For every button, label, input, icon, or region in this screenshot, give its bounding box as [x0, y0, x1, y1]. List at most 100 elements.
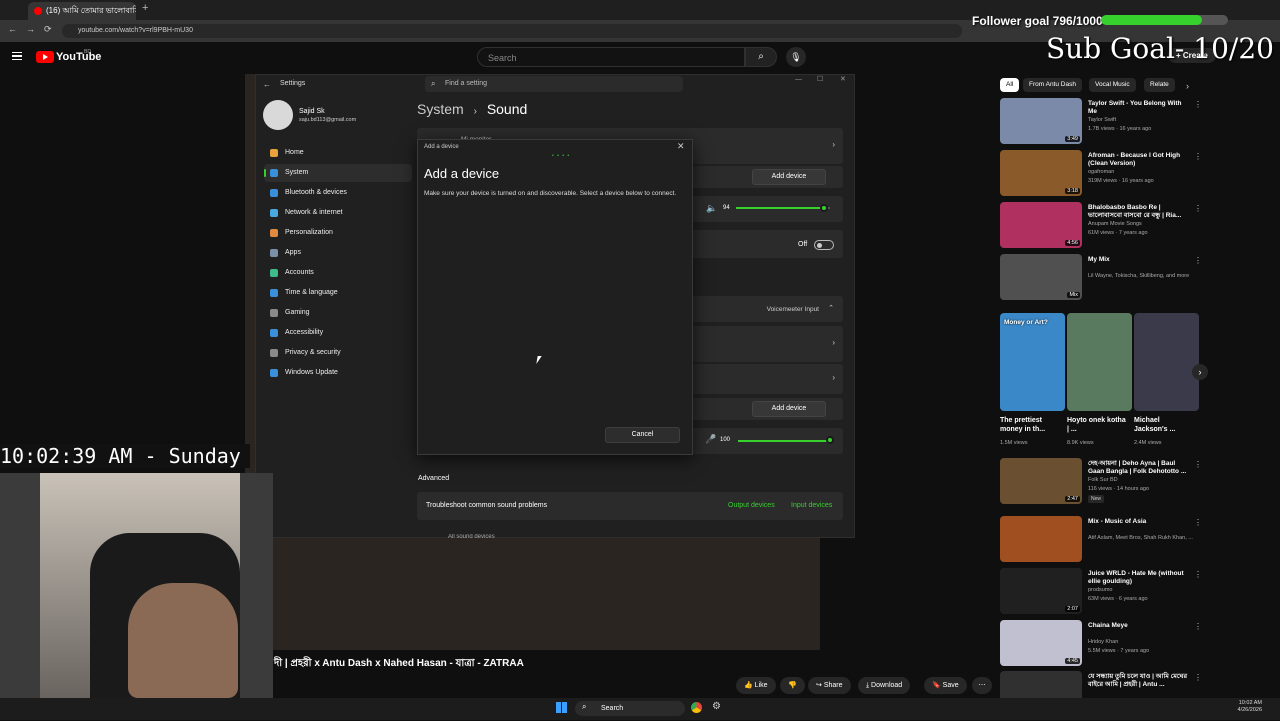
taskbar-search[interactable]: Search — [575, 701, 685, 716]
video-thumbnail[interactable]: 3:49 — [1000, 98, 1082, 144]
settings-nav-time-language[interactable]: Time & language — [264, 284, 412, 302]
more-options-icon[interactable]: ⋮ — [1194, 460, 1202, 469]
sidebar-video[interactable]: 2:07 Juice WRLD - Hate Me (without ellie … — [1000, 568, 1202, 618]
settings-nav-bluetooth-devices[interactable]: Bluetooth & devices — [264, 184, 412, 202]
input-volume-thumb[interactable] — [826, 436, 834, 444]
dislike-button[interactable]: 👎 — [780, 677, 805, 694]
video-title[interactable]: Juice WRLD - Hate Me (without ellie goul… — [1088, 570, 1192, 586]
find-setting-input[interactable]: Find a setting — [425, 76, 683, 92]
add-output-device-button[interactable]: Add device — [752, 169, 826, 185]
breadcrumb-parent[interactable]: System — [417, 101, 464, 117]
output-volume-track[interactable] — [736, 207, 830, 209]
filter-chip[interactable]: Relate — [1144, 78, 1175, 92]
input-devices-link[interactable]: Input devices — [791, 502, 832, 509]
more-options-icon[interactable]: ⋮ — [1194, 204, 1202, 213]
minimize-icon[interactable]: — — [795, 76, 802, 83]
save-button[interactable]: 🔖 Save — [924, 677, 967, 694]
short-thumbnail[interactable]: Money or Art? — [1000, 313, 1065, 411]
short-thumbnail[interactable] — [1067, 313, 1132, 411]
speaker-icon[interactable]: 🔈 — [706, 203, 717, 214]
settings-nav-windows-update[interactable]: Windows Update — [264, 364, 412, 382]
youtube-logo-icon[interactable] — [36, 51, 54, 63]
new-tab-button[interactable]: + — [142, 2, 148, 14]
mono-audio-toggle[interactable] — [814, 240, 834, 250]
video-title[interactable]: Chaina Meye — [1088, 622, 1192, 630]
window-close-icon[interactable]: ✕ — [840, 75, 846, 83]
sidebar-video[interactable]: Mix My Mix Lil Wayne, Tokischa, Skillibeng… — [1000, 254, 1202, 304]
input-volume-track[interactable] — [738, 440, 830, 442]
settings-nav-privacy-security[interactable]: Privacy & security — [264, 344, 412, 362]
settings-nav-network-internet[interactable]: Network & internet — [264, 204, 412, 222]
settings-nav-apps[interactable]: Apps — [264, 244, 412, 262]
maximize-icon[interactable]: ☐ — [817, 75, 823, 83]
sidebar-video[interactable]: 4:56 Bhalobasbo Basbo Re | ভালোবাসবো বাসব… — [1000, 202, 1202, 252]
video-title[interactable]: Afroman - Because I Got High (Clean Vers… — [1088, 152, 1192, 168]
settings-nav-accessibility[interactable]: Accessibility — [264, 324, 412, 342]
output-devices-link[interactable]: Output devices — [728, 502, 775, 509]
video-title[interactable]: My Mix — [1088, 256, 1192, 264]
video-channel[interactable]: Taylor Swift — [1088, 117, 1200, 124]
video-channel[interactable]: Anupam Movie Songs — [1088, 221, 1200, 228]
more-options-icon[interactable]: ⋮ — [1194, 256, 1202, 265]
more-actions-icon[interactable]: ⋯ — [972, 677, 992, 694]
download-button[interactable]: ⤓ Download — [858, 677, 911, 694]
settings-nav-system[interactable]: System — [264, 164, 412, 182]
chrome-taskbar-icon[interactable] — [691, 702, 702, 713]
settings-nav-gaming[interactable]: Gaming — [264, 304, 412, 322]
browser-tab[interactable]: (16) আমি তোমার ভালোবাসি — [28, 2, 136, 20]
video-channel[interactable]: Atif Aslam, Meet Bros, Shah Rukh Khan, .… — [1088, 535, 1200, 542]
user-avatar[interactable] — [263, 100, 293, 130]
filter-chip[interactable]: From Antu Dash — [1023, 78, 1082, 92]
chips-next-icon[interactable]: › — [1186, 81, 1189, 91]
settings-nav-accounts[interactable]: Accounts — [264, 264, 412, 282]
video-thumbnail[interactable]: Mix — [1000, 254, 1082, 300]
back-button[interactable]: ← — [8, 24, 17, 34]
video-title[interactable]: Taylor Swift - You Belong With Me — [1088, 100, 1192, 116]
video-title[interactable]: দেহ-আয়না | Deho Ayna | Baul Gaan Bangla… — [1088, 460, 1192, 476]
microphone-volume-icon[interactable]: 🎤 — [705, 434, 716, 445]
settings-back-icon[interactable]: ← — [263, 80, 271, 89]
video-channel[interactable]: Hridoy Khan — [1088, 639, 1200, 646]
video-thumbnail[interactable]: 2:07 — [1000, 568, 1082, 614]
more-options-icon[interactable]: ⋮ — [1194, 673, 1202, 682]
cancel-button[interactable]: Cancel — [605, 427, 680, 443]
video-thumbnail[interactable] — [1000, 516, 1082, 562]
video-channel[interactable]: prodsumo — [1088, 587, 1200, 594]
settings-nav-home[interactable]: Home — [264, 144, 412, 162]
more-options-icon[interactable]: ⋮ — [1194, 570, 1202, 579]
more-options-icon[interactable]: ⋮ — [1194, 518, 1202, 527]
video-thumbnail[interactable]: 4:45 — [1000, 620, 1082, 666]
short-thumbnail[interactable] — [1134, 313, 1199, 411]
more-options-icon[interactable]: ⋮ — [1194, 622, 1202, 631]
youtube-search-input[interactable]: Search — [477, 47, 745, 67]
video-title[interactable]: Bhalobasbo Basbo Re | ভালোবাসবো বাসবো রে… — [1088, 204, 1192, 220]
video-channel[interactable]: Folk Sur BD — [1088, 477, 1200, 484]
video-channel[interactable]: Lil Wayne, Tokischa, Skillibeng, and mor… — [1088, 273, 1200, 280]
menu-icon[interactable] — [12, 52, 22, 60]
share-button[interactable]: ↪ Share — [808, 677, 851, 694]
search-icon[interactable]: ⌕ — [745, 47, 777, 67]
video-title[interactable]: যে সন্ধ্যায় তুমি চলে যাও | আমি মেঘের বা… — [1088, 673, 1192, 689]
filter-chip[interactable]: All — [1000, 78, 1020, 92]
sidebar-video[interactable]: Mix - Music of Asia Atif Aslam, Meet Bros… — [1000, 516, 1202, 566]
sidebar-video[interactable]: 3:49 Taylor Swift - You Belong With Me Tay… — [1000, 98, 1202, 148]
video-thumbnail[interactable]: 2:47 — [1000, 458, 1082, 504]
shorts-next-icon[interactable]: › — [1192, 364, 1208, 380]
more-options-icon[interactable]: ⋮ — [1194, 152, 1202, 161]
reload-button[interactable]: ⟳ — [44, 24, 52, 35]
dialog-close-icon[interactable]: ✕ — [677, 141, 685, 152]
forward-button[interactable]: → — [26, 24, 35, 34]
settings-gear-taskbar-icon[interactable]: ⚙ — [712, 701, 721, 712]
video-channel[interactable]: ogafroman — [1088, 169, 1200, 176]
video-title[interactable]: Mix - Music of Asia — [1088, 518, 1192, 526]
sidebar-video[interactable]: 2:47 দেহ-আয়না | Deho Ayna | Baul Gaan Ba… — [1000, 458, 1202, 508]
video-thumbnail[interactable]: 3:18 — [1000, 150, 1082, 196]
address-bar[interactable]: youtube.com/watch?v=rl9PBH-mU30 — [62, 24, 962, 38]
sidebar-video[interactable]: 4:45 Chaina Meye Hridoy Khan 5.5M views · 7… — [1000, 620, 1202, 670]
short-title[interactable]: Hoyto onek kotha | ... — [1067, 416, 1127, 434]
short-title[interactable]: The prettiest money in th... — [1000, 416, 1060, 434]
settings-nav-personalization[interactable]: Personalization — [264, 224, 412, 242]
short-title[interactable]: Michael Jackson's ... — [1134, 416, 1194, 434]
like-button[interactable]: 👍 Like — [736, 677, 776, 694]
add-input-device-button[interactable]: Add device — [752, 401, 826, 417]
